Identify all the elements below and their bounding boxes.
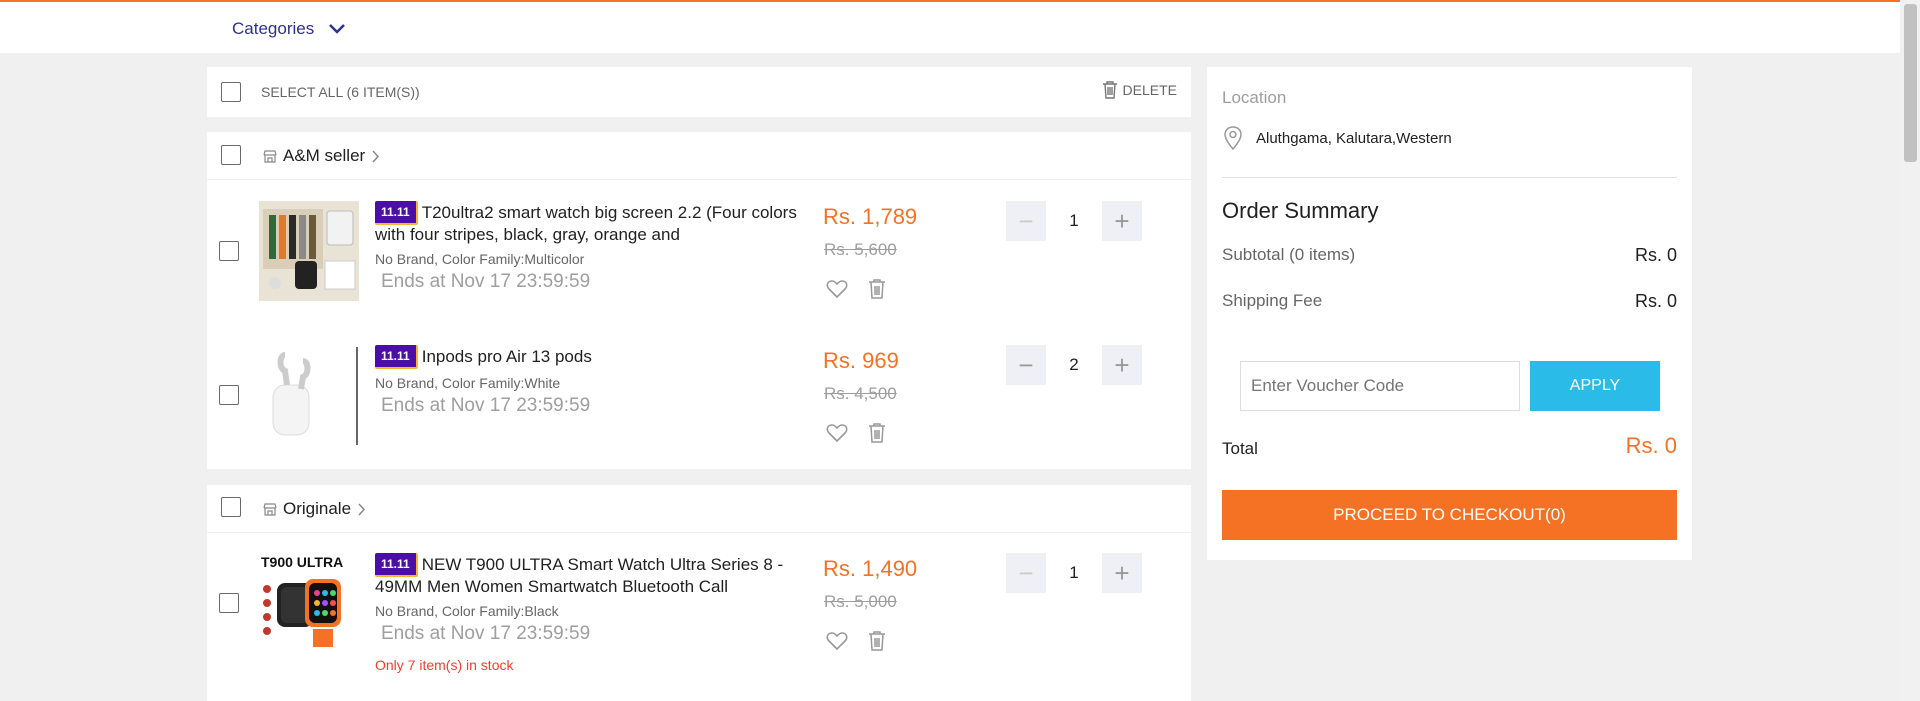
page-scrollbar[interactable] xyxy=(1900,0,1920,701)
subtotal-value: Rs. 0 xyxy=(1634,245,1677,265)
stock-warning: Only 7 item(s) in stock xyxy=(375,657,514,673)
chevron-right-icon xyxy=(372,149,380,163)
product-variant: No Brand, Color Family:White xyxy=(375,375,561,391)
product-image[interactable]: T900 ULTRA xyxy=(259,553,359,653)
select-all-checkbox[interactable] xyxy=(221,82,241,102)
delete-label: DELETE xyxy=(1122,82,1177,98)
plus-icon: + xyxy=(1114,205,1130,236)
categories-dropdown[interactable]: Categories xyxy=(232,19,346,39)
plus-icon: + xyxy=(1114,349,1130,380)
scrollbar-thumb[interactable] xyxy=(1904,4,1917,162)
trash-icon[interactable] xyxy=(865,277,889,301)
store-name: A&M seller xyxy=(283,146,366,165)
minus-icon: − xyxy=(1018,349,1034,380)
item-original-price: Rs. 4,500 xyxy=(824,384,897,403)
chevron-right-icon xyxy=(358,502,366,516)
chevron-down-icon xyxy=(329,24,346,34)
select-all-label: SELECT ALL (6 ITEM(S)) xyxy=(261,84,420,100)
item-price: Rs. 969 xyxy=(823,348,899,373)
product-variant: No Brand, Color Family:Black xyxy=(375,603,559,619)
order-summary-title: Order Summary xyxy=(1222,198,1379,223)
top-nav-bar: Categories xyxy=(0,0,1900,53)
product-title: NEW T900 ULTRA Smart Watch Ultra Series … xyxy=(375,555,784,596)
item-original-price: Rs. 5,600 xyxy=(824,240,897,259)
item-checkbox[interactable] xyxy=(219,385,239,405)
store-name: Originale xyxy=(283,499,352,518)
item-price: Rs. 1,490 xyxy=(823,556,918,581)
product-title-link[interactable]: 11.11 Inpods pro Air 13 pods xyxy=(375,345,800,369)
location-text: Aluthgama, Kalutara,Western xyxy=(1256,129,1452,147)
quantity-value: 1 xyxy=(1069,211,1079,230)
store-icon xyxy=(263,149,277,163)
product-title-link[interactable]: 11.11 NEW T900 ULTRA Smart Watch Ultra Se… xyxy=(375,553,800,597)
subtotal-label: Subtotal (0 items) xyxy=(1222,245,1356,264)
quantity-value: 2 xyxy=(1069,355,1079,374)
apply-voucher-button[interactable]: APPLY xyxy=(1530,361,1660,411)
store-header: Originale xyxy=(207,485,1191,533)
store-group: Originale T900 ULTRA 11.11 NEW T900 ULTRA… xyxy=(207,485,1191,701)
quantity-increase-button[interactable]: + xyxy=(1102,553,1142,593)
product-title-link[interactable]: 11.11 T20ultra2 smart watch big screen 2.… xyxy=(375,201,800,245)
quantity-decrease-button[interactable]: − xyxy=(1006,201,1046,241)
product-image[interactable] xyxy=(259,201,359,301)
product-image-text: T900 ULTRA xyxy=(261,554,343,570)
shipping-label: Shipping Fee xyxy=(1222,291,1323,310)
promo-end-time: Ends at Nov 17 23:59:59 xyxy=(381,271,591,292)
divider xyxy=(1222,177,1677,178)
store-header: A&M seller xyxy=(207,132,1191,180)
subtotal-row: Subtotal (0 items) Rs. 0 xyxy=(1222,245,1677,265)
product-image[interactable] xyxy=(259,345,359,445)
quantity-value: 1 xyxy=(1069,563,1079,582)
total-value: Rs. 0 xyxy=(1625,433,1677,458)
promo-badge: 11.11 xyxy=(375,345,418,369)
plus-icon: + xyxy=(1114,557,1130,588)
item-price: Rs. 1,789 xyxy=(823,204,918,229)
cart-item: 11.11 Inpods pro Air 13 pods No Brand, Co… xyxy=(207,345,1191,485)
quantity-decrease-button[interactable]: − xyxy=(1006,553,1046,593)
cart-item: T900 ULTRA 11.11 NEW T900 ULTRA Smart Wat… xyxy=(207,553,1191,693)
shipping-row: Shipping Fee Rs. 0 xyxy=(1222,291,1677,311)
store-link[interactable]: A&M seller xyxy=(263,146,380,166)
promo-end-time: Ends at Nov 17 23:59:59 xyxy=(381,623,591,644)
promo-end-time: Ends at Nov 17 23:59:59 xyxy=(381,395,591,416)
store-checkbox[interactable] xyxy=(221,497,241,517)
store-checkbox[interactable] xyxy=(221,145,241,165)
location-selector[interactable]: Aluthgama, Kalutara,Western xyxy=(1222,125,1452,151)
promo-badge: 11.11 xyxy=(375,553,418,577)
shipping-value: Rs. 0 xyxy=(1634,291,1677,311)
product-title: T20ultra2 smart watch big screen 2.2 (Fo… xyxy=(375,203,797,244)
cart-item: 11.11 T20ultra2 smart watch big screen 2.… xyxy=(207,201,1191,341)
minus-icon: − xyxy=(1018,557,1034,588)
quantity-increase-button[interactable]: + xyxy=(1102,345,1142,385)
product-title: Inpods pro Air 13 pods xyxy=(421,347,592,366)
heart-icon[interactable] xyxy=(825,277,849,301)
total-label: Total xyxy=(1222,439,1258,458)
item-checkbox[interactable] xyxy=(219,241,239,261)
quantity-decrease-button[interactable]: − xyxy=(1006,345,1046,385)
location-title: Location xyxy=(1222,88,1287,107)
trash-icon xyxy=(1102,81,1117,99)
location-pin-icon xyxy=(1224,126,1242,151)
product-variant: No Brand, Color Family:Multicolor xyxy=(375,251,585,267)
voucher-code-input[interactable] xyxy=(1240,361,1520,411)
store-group: A&M seller 11.11 T20ultra2 smart watch bi… xyxy=(207,132,1191,469)
item-checkbox[interactable] xyxy=(219,593,239,613)
minus-icon: − xyxy=(1018,205,1034,236)
heart-icon[interactable] xyxy=(825,421,849,445)
select-all-bar: SELECT ALL (6 ITEM(S)) DELETE xyxy=(207,67,1191,117)
order-summary-panel: Location Aluthgama, Kalutara,Western Ord… xyxy=(1207,67,1692,560)
trash-icon[interactable] xyxy=(865,421,889,445)
promo-badge: 11.11 xyxy=(375,201,418,225)
total-row: Total Rs. 0 xyxy=(1222,433,1677,459)
trash-icon[interactable] xyxy=(865,629,889,653)
store-icon xyxy=(263,502,277,516)
heart-icon[interactable] xyxy=(825,629,849,653)
proceed-to-checkout-button[interactable]: PROCEED TO CHECKOUT(0) xyxy=(1222,490,1677,540)
store-link[interactable]: Originale xyxy=(263,499,366,519)
quantity-increase-button[interactable]: + xyxy=(1102,201,1142,241)
item-original-price: Rs. 5,000 xyxy=(824,592,897,611)
categories-label: Categories xyxy=(232,19,315,38)
delete-button[interactable]: DELETE xyxy=(1102,81,1177,99)
